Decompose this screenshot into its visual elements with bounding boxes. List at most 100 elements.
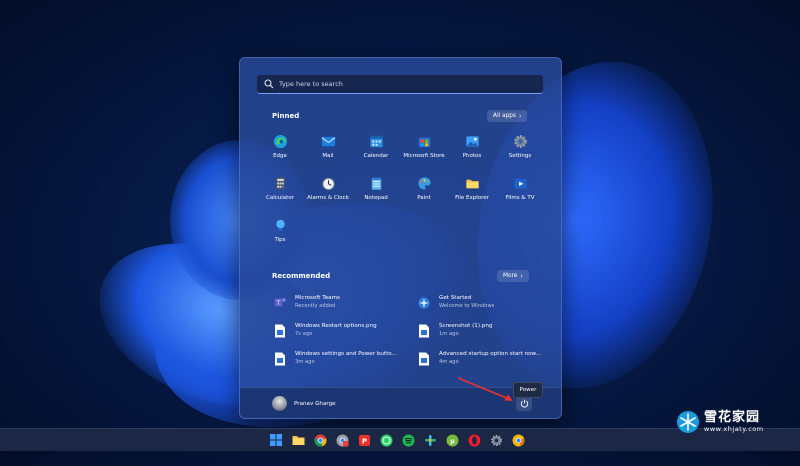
pinned-app-label: Paint — [417, 195, 431, 201]
all-apps-label: All apps — [493, 113, 516, 119]
photos-icon — [465, 136, 479, 147]
spotify-icon[interactable] — [400, 432, 416, 448]
pinned-app-calculator[interactable]: Calculator — [256, 173, 304, 213]
recommended-item-name: Windows Restart options.png — [295, 323, 377, 329]
pinned-app-label: Settings — [508, 153, 532, 159]
snowflake-logo-icon — [677, 411, 699, 433]
pinned-app-label: Mail — [322, 153, 334, 159]
watermark-url: www.xhjaty.com — [704, 425, 764, 433]
start-menu: Type here to search Pinned All apps › Ed… — [239, 57, 562, 419]
pinned-app-label: Edge — [273, 153, 287, 159]
store-icon — [418, 137, 430, 148]
opera-icon[interactable] — [466, 432, 482, 448]
search-icon — [264, 79, 274, 89]
pinned-app-mail[interactable]: Mail — [304, 131, 352, 171]
settings-icon[interactable] — [488, 432, 504, 448]
recommended-item-name: Get Started — [439, 295, 472, 301]
pinned-app-films-tv[interactable]: Films & TV — [496, 173, 544, 213]
recommended-item-name: Microsoft Teams — [295, 295, 340, 301]
pinned-app-alarms-clock[interactable]: Alarms & Clock — [304, 173, 352, 213]
pinned-app-notepad[interactable]: Notepad — [352, 173, 400, 213]
folder-icon — [465, 179, 479, 189]
recommended-item[interactable]: Screenshot (1).png 1m ago — [418, 323, 558, 338]
mail-icon — [321, 136, 335, 147]
pinned-app-file-explorer[interactable]: File Explorer — [448, 173, 496, 213]
utorrent-icon[interactable]: μ — [444, 432, 460, 448]
pinned-app-calendar[interactable]: Calendar — [352, 131, 400, 171]
recommended-item[interactable]: Get Started Welcome to Windows — [418, 295, 558, 310]
file-explorer-icon[interactable] — [290, 432, 306, 448]
pinned-app-label: Calculator — [266, 195, 294, 201]
watermark: 雪花家园 www.xhjaty.com — [676, 410, 764, 434]
pdf-icon[interactable]: P — [356, 432, 372, 448]
notepad-icon — [371, 177, 381, 190]
calendar-icon — [369, 135, 383, 148]
taskbar-icons: P μ — [268, 432, 526, 448]
pinned-app-label: Notepad — [364, 195, 388, 201]
search-placeholder: Type here to search — [279, 80, 343, 88]
pinned-app-label: Alarms & Clock — [307, 195, 349, 201]
svg-text:μ: μ — [450, 438, 455, 445]
pinned-app-label: Microsoft Store — [403, 153, 445, 159]
chevron-right-icon: › — [520, 272, 523, 280]
recommended-item-sub: 3m ago — [295, 359, 315, 365]
all-apps-button[interactable]: All apps › — [487, 110, 528, 122]
pinned-title: Pinned — [272, 112, 300, 120]
search-input[interactable]: Type here to search — [257, 75, 543, 94]
windows-start-icon[interactable] — [268, 432, 284, 448]
avatar — [272, 396, 287, 411]
calculator-icon — [275, 177, 285, 190]
pinned-app-label: Photos — [462, 153, 482, 159]
pinned-app-paint[interactable]: Paint — [400, 173, 448, 213]
paint-icon — [417, 177, 431, 190]
gear-icon — [513, 135, 527, 148]
film-icon — [513, 178, 527, 189]
image-file-icon — [275, 324, 285, 338]
watermark-text: 雪花家园 — [704, 410, 761, 425]
image-file-icon — [419, 324, 429, 338]
image-file-icon — [419, 352, 429, 366]
image-file-icon — [275, 352, 285, 366]
more-button[interactable]: More › — [497, 270, 529, 282]
recommended-item-sub: Welcome to Windows — [439, 303, 495, 309]
clock-icon — [321, 177, 335, 191]
recommended-title: Recommended — [272, 272, 331, 280]
pinned-app-photos[interactable]: Photos — [448, 131, 496, 171]
pinned-app-settings[interactable]: Settings — [496, 131, 544, 171]
recommended-item-name: Windows settings and Power butto... — [295, 351, 397, 357]
recommended-item-sub: 7s ago — [295, 331, 313, 337]
slack-icon[interactable] — [422, 432, 438, 448]
recommended-item-name: Advanced startup option start now... — [439, 351, 541, 357]
whatsapp-icon[interactable] — [378, 432, 394, 448]
chrome-dev-icon[interactable] — [334, 432, 350, 448]
recommended-item[interactable]: Windows Restart options.png 7s ago — [274, 323, 414, 338]
annotation-arrow-icon — [457, 377, 513, 401]
svg-text:T: T — [276, 300, 281, 307]
pinned-app-label: Calendar — [363, 153, 389, 159]
chrome-icon[interactable] — [312, 432, 328, 448]
pinned-app-tips[interactable]: Tips — [256, 215, 304, 255]
recommended-item-sub: 1m ago — [439, 331, 459, 337]
recommended-item-name: Screenshot (1).png — [439, 323, 493, 329]
pinned-app-label: Tips — [274, 237, 286, 243]
chevron-right-icon: › — [518, 112, 522, 120]
pinned-app-label: File Explorer — [455, 195, 489, 201]
recommended-item-sub: Recently added — [295, 303, 336, 309]
recommended-item[interactable]: Advanced startup option start now... 4m … — [418, 351, 558, 366]
svg-text:P: P — [361, 437, 366, 445]
power-icon — [520, 399, 528, 407]
lightbulb-icon — [275, 219, 285, 231]
pinned-app-microsoft-store[interactable]: Microsoft Store — [400, 131, 448, 171]
power-tooltip: Power — [513, 382, 543, 398]
chrome-canary-icon[interactable] — [510, 432, 526, 448]
pinned-app-edge[interactable]: Edge — [256, 131, 304, 171]
pinned-app-label: Films & TV — [505, 195, 535, 201]
recommended-item[interactable]: Windows settings and Power butto... 3m a… — [274, 351, 414, 366]
recommended-item[interactable]: T Microsoft Teams Recently added — [274, 295, 414, 310]
get-started-icon — [418, 297, 430, 309]
user-name: Pranav Gharge — [294, 400, 336, 407]
user-account-button[interactable]: Pranav Gharge — [272, 396, 336, 411]
recommended-item-sub: 4m ago — [439, 359, 459, 365]
teams-icon: T — [274, 298, 286, 307]
edge-icon — [273, 134, 287, 149]
